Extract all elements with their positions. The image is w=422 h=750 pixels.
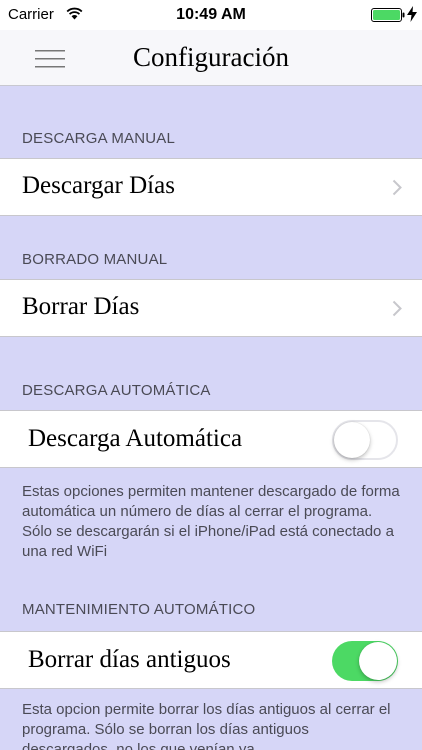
section-header-descarga-automatica: DESCARGA AUTOMÁTICA <box>22 382 211 399</box>
navigation-bar: Configuración <box>0 30 422 86</box>
borrar-dias-antiguos-switch[interactable] <box>332 641 398 681</box>
status-time: 10:49 AM <box>176 6 246 23</box>
chevron-right-icon <box>392 179 402 196</box>
section-header-descarga-manual: DESCARGA MANUAL <box>22 130 176 147</box>
row-descargar-dias[interactable]: Descargar Días <box>0 158 422 216</box>
mantenimiento-automatico-description: Esta opcion permite borrar los días anti… <box>22 701 391 750</box>
descarga-automatica-switch[interactable] <box>332 420 398 460</box>
descarga-automatica-description: Estas opciones permiten mantener descarg… <box>22 483 400 560</box>
charging-bolt-icon <box>407 6 417 22</box>
row-label: Descargar Días <box>22 172 175 199</box>
switch-knob <box>334 422 370 458</box>
row-borrar-dias[interactable]: Borrar Días <box>0 279 422 337</box>
section-header-borrado-manual: BORRADO MANUAL <box>22 251 168 268</box>
section-header-mantenimiento-automatico: MANTENIMIENTO AUTOMÁTICO <box>22 601 256 618</box>
switch-knob <box>359 642 397 680</box>
page-title: Configuración <box>133 42 289 72</box>
row-label: Borrar días antiguos <box>28 646 231 673</box>
row-descarga-automatica: Descarga Automática <box>0 410 422 468</box>
row-label: Borrar Días <box>22 293 140 320</box>
status-bar: Carrier 10:49 AM <box>0 0 422 30</box>
row-label: Descarga Automática <box>28 425 243 452</box>
chevron-right-icon <box>392 300 402 317</box>
row-borrar-dias-antiguos: Borrar días antiguos <box>0 631 422 689</box>
battery-icon <box>371 8 405 22</box>
